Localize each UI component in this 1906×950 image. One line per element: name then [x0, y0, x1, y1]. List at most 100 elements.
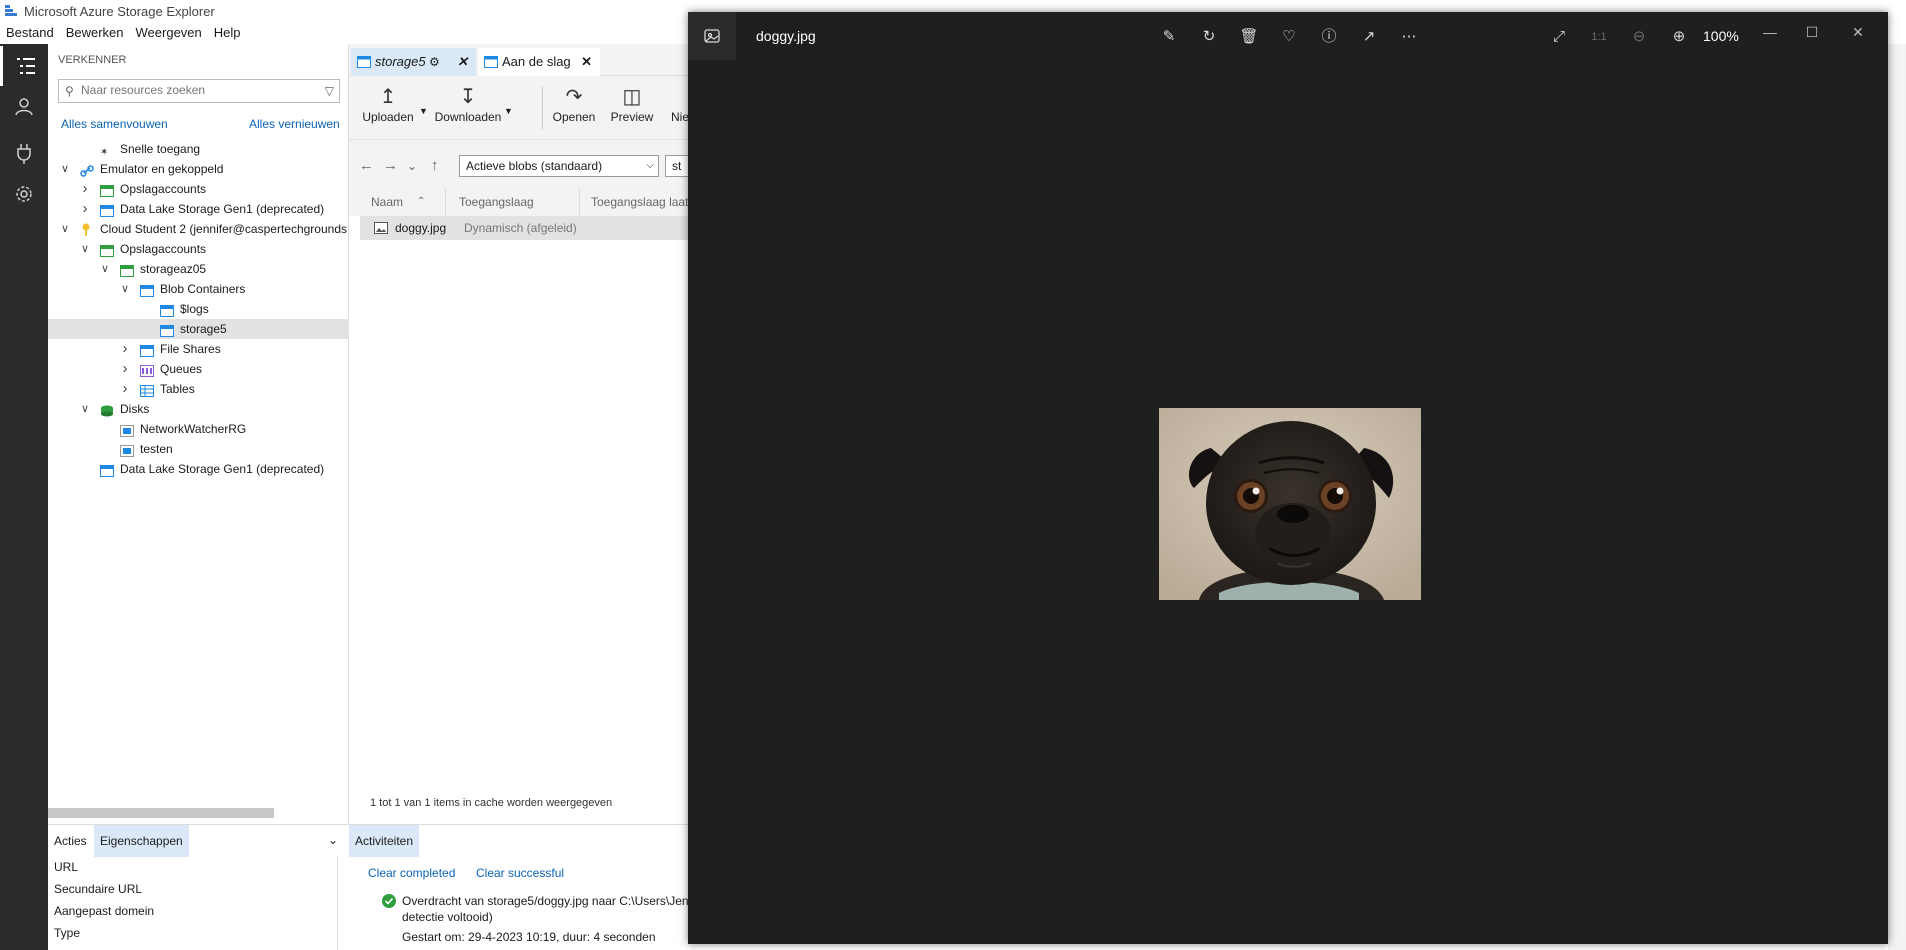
- tab-storage5[interactable]: storage5 ⚙ ✕: [351, 48, 476, 76]
- tree-item-label: storageaz05: [140, 262, 207, 276]
- tree-item-label: Disks: [120, 402, 150, 416]
- filter-icon[interactable]: ▽: [325, 84, 334, 98]
- window-title: Microsoft Azure Storage Explorer: [24, 4, 215, 19]
- more-icon[interactable]: ⋯: [1398, 26, 1420, 48]
- zoom-in-icon[interactable]: ⊕: [1668, 26, 1690, 48]
- property-secondary-url: Secundaire URL: [54, 882, 143, 896]
- tab-activities[interactable]: Activiteiten: [349, 825, 420, 857]
- zoom-level[interactable]: 100%: [1703, 28, 1739, 44]
- recent-chevron-icon[interactable]: ⌄: [407, 159, 417, 173]
- chevron-down-icon[interactable]: ∨: [58, 159, 72, 179]
- blob-filter-select[interactable]: Actieve blobs (standaard) ⌵: [459, 155, 659, 177]
- tree-item[interactable]: › Opslagaccounts: [48, 179, 349, 199]
- open-button[interactable]: ↷ Openen: [551, 84, 597, 124]
- tree-item[interactable]: storage5: [48, 319, 349, 339]
- column-name[interactable]: Naam: [371, 195, 403, 209]
- chevron-right-icon[interactable]: ›: [118, 359, 132, 379]
- edit-icon[interactable]: ✎: [1158, 26, 1180, 48]
- tree-item[interactable]: ∨ Disks: [48, 399, 349, 419]
- tree-item[interactable]: ∨ Blob Containers: [48, 279, 349, 299]
- column-access-tier-modified[interactable]: Toegangslaag laat: [591, 195, 688, 209]
- refresh-all-link[interactable]: Alles vernieuwen: [249, 117, 340, 131]
- tree-item[interactable]: testen: [48, 439, 349, 459]
- tree-item[interactable]: › File Shares: [48, 339, 349, 359]
- tree-item[interactable]: ∨ Emulator en gekoppeld: [48, 159, 349, 179]
- actual-size-icon[interactable]: 1:1: [1588, 26, 1610, 48]
- explorer-icon[interactable]: [0, 46, 48, 86]
- menu-weergeven[interactable]: Weergeven: [130, 22, 208, 43]
- rotate-icon[interactable]: ↻: [1198, 26, 1220, 48]
- chevron-down-icon[interactable]: ∨: [78, 399, 92, 419]
- chevron-down-icon[interactable]: ∨: [98, 259, 112, 279]
- tree-item[interactable]: Data Lake Storage Gen1 (deprecated): [48, 459, 349, 479]
- gallery-button[interactable]: [688, 12, 736, 60]
- delete-icon[interactable]: 🗑: [1238, 26, 1260, 48]
- download-label: Downloaden: [434, 110, 502, 124]
- menu-help[interactable]: Help: [208, 22, 247, 43]
- zoom-out-icon[interactable]: ⊖: [1628, 26, 1650, 48]
- properties-list: URL Secundaire URL Aangepast domein Type: [48, 856, 338, 950]
- close-window-icon[interactable]: ✕: [1846, 20, 1870, 44]
- tree-item-label: Cloud Student 2 (jennifer@caspertechgrou…: [100, 222, 347, 236]
- forward-icon[interactable]: →: [383, 157, 398, 174]
- download-button[interactable]: ↧ Downloaden: [433, 84, 503, 124]
- preview-button[interactable]: ◫ Preview: [607, 84, 657, 124]
- tab-actions[interactable]: Acties: [48, 825, 93, 857]
- tree-item[interactable]: ∨ storageaz05: [48, 259, 349, 279]
- tree-item[interactable]: › Queues: [48, 359, 349, 379]
- fullscreen-icon[interactable]: ⤢: [1548, 26, 1570, 48]
- download-dropdown-icon[interactable]: ▼: [504, 106, 513, 116]
- minimize-icon[interactable]: —: [1758, 20, 1782, 44]
- table-row[interactable]: doggy.jpg Dynamisch (afgeleid): [360, 216, 690, 240]
- dog-photo[interactable]: [1159, 408, 1421, 600]
- column-access-tier[interactable]: Toegangslaag: [459, 195, 534, 209]
- favorite-icon[interactable]: ♡: [1278, 26, 1300, 48]
- search-box[interactable]: ⚲ ▽: [58, 79, 340, 103]
- chevron-down-icon[interactable]: ∨: [118, 279, 132, 299]
- tree-item[interactable]: $logs: [48, 299, 349, 319]
- chevron-right-icon[interactable]: ›: [78, 179, 92, 199]
- transfer-message: Overdracht van storage5/doggy.jpg naar C…: [402, 894, 689, 908]
- tree-item[interactable]: ∨ Opslagaccounts: [48, 239, 349, 259]
- chevron-down-icon[interactable]: ∨: [58, 219, 72, 239]
- close-tab-storage5-icon[interactable]: ✕: [457, 48, 468, 76]
- menu-bewerken[interactable]: Bewerken: [60, 22, 130, 43]
- tree-item-label: Data Lake Storage Gen1 (deprecated): [120, 202, 325, 216]
- tree-item[interactable]: › Tables: [48, 379, 349, 399]
- photo-viewer-window: doggy.jpg ✎ ↻ 🗑 ♡ ⓘ ↗ ⋯ ⤢ 1:1 ⊖ ⊕ 100% —…: [688, 12, 1888, 944]
- menu-bar: Bestand Bewerken Weergeven Help: [0, 22, 700, 44]
- upload-button[interactable]: ↥ Uploaden: [360, 84, 416, 124]
- get-started-icon: [484, 56, 498, 68]
- chevron-right-icon[interactable]: ›: [78, 199, 92, 219]
- clear-successful-link[interactable]: Clear successful: [476, 866, 564, 880]
- settings-gear-icon[interactable]: [0, 174, 48, 214]
- key-icon: [80, 223, 94, 236]
- maximize-icon[interactable]: ☐: [1800, 20, 1824, 44]
- back-icon[interactable]: ←: [359, 157, 374, 174]
- info-icon[interactable]: ⓘ: [1318, 26, 1340, 48]
- tab-properties[interactable]: Eigenschappen: [94, 825, 189, 857]
- collapse-all-link[interactable]: Alles samenvouwen: [61, 117, 168, 131]
- transfer-timing: Gestart om: 29-4-2023 10:19, duur: 4 sec…: [402, 930, 656, 944]
- share-icon[interactable]: ↗: [1358, 26, 1380, 48]
- up-icon[interactable]: ↑: [431, 157, 439, 174]
- menu-bestand[interactable]: Bestand: [0, 22, 60, 43]
- close-tab-aan-de-slag-icon[interactable]: ✕: [581, 48, 592, 76]
- search-input[interactable]: [81, 83, 311, 97]
- sort-ascending-icon[interactable]: ⌃: [417, 196, 425, 207]
- chevron-down-icon[interactable]: ∨: [78, 239, 92, 259]
- chevron-right-icon[interactable]: ›: [118, 339, 132, 359]
- tree-item[interactable]: › Data Lake Storage Gen1 (deprecated): [48, 199, 349, 219]
- chevron-right-icon[interactable]: ›: [118, 379, 132, 399]
- account-icon[interactable]: [0, 86, 48, 126]
- clear-completed-link[interactable]: Clear completed: [368, 866, 455, 880]
- tab-aan-de-slag[interactable]: Aan de slag ✕: [478, 48, 600, 76]
- quick-access-icon: ✶: [100, 143, 114, 158]
- explorer-horizontal-scrollbar[interactable]: [48, 808, 274, 818]
- tree-item[interactable]: ✶ Snelle toegang: [48, 139, 349, 159]
- upload-dropdown-icon[interactable]: ▼: [419, 106, 428, 116]
- plug-icon[interactable]: [0, 134, 48, 174]
- chevron-down-icon[interactable]: ⌄: [328, 833, 338, 847]
- tree-item[interactable]: ∨ Cloud Student 2 (jennifer@caspertechgro…: [48, 219, 349, 239]
- tree-item[interactable]: NetworkWatcherRG: [48, 419, 349, 439]
